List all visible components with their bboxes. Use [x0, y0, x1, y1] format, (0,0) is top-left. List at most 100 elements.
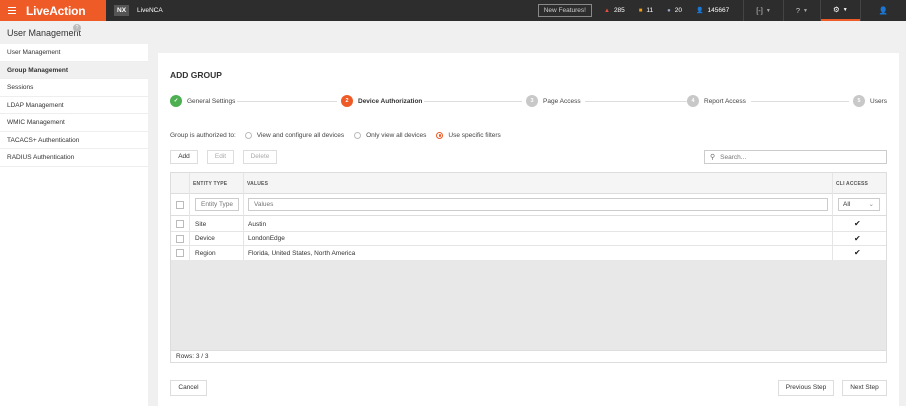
select-all-checkbox[interactable]	[176, 201, 184, 209]
settings-menu[interactable]: ⚙ ▼	[820, 0, 860, 21]
cli-access-filter[interactable]: All ⌄	[838, 198, 880, 211]
next-step-button[interactable]: Next Step	[842, 380, 887, 396]
edit-button[interactable]: Edit	[207, 150, 234, 164]
rows-count: Rows: 3 / 3	[171, 350, 886, 362]
chevron-down-icon: ▼	[803, 7, 808, 14]
step-page-access[interactable]: 3 Page Access	[526, 95, 581, 107]
delete-button[interactable]: Delete	[243, 150, 277, 164]
column-header-values[interactable]: VALUES	[247, 181, 268, 187]
authorization-options: Group is authorized to: View and configu…	[170, 132, 501, 139]
top-bar: LiveAction NX LiveNCA New Features! ▲ 28…	[0, 0, 906, 21]
sidebar-item-user-management[interactable]: User Management	[0, 44, 148, 62]
check-icon: ✔	[854, 233, 861, 243]
sidebar-item-wmic-management[interactable]: WMIC Management	[0, 114, 148, 132]
sidebar-item-group-management[interactable]: Group Management	[0, 61, 148, 79]
check-icon: ✔	[854, 219, 861, 228]
bracket-menu[interactable]: [-] ▼	[744, 6, 783, 15]
values-cell: Austin	[248, 220, 267, 228]
column-divider	[243, 173, 244, 260]
users-count[interactable]: 👤 145667	[696, 7, 729, 14]
option-specific-filters[interactable]: Use specific filters	[436, 132, 501, 139]
column-header-cli-access[interactable]: CLI ACCESS	[836, 181, 868, 187]
option-label: Use specific filters	[448, 132, 501, 139]
alerts-critical[interactable]: ▲ 285	[604, 7, 625, 14]
step-label: Users	[870, 97, 887, 105]
step-connector	[585, 101, 687, 102]
cancel-button[interactable]: Cancel	[170, 380, 207, 396]
help-icon[interactable]: ?	[73, 24, 81, 32]
sidebar-item-ldap-management[interactable]: LDAP Management	[0, 97, 148, 114]
square-alert-icon: ■	[638, 7, 643, 14]
sidebar: User Management Group Management Session…	[0, 44, 148, 406]
previous-step-button[interactable]: Previous Step	[778, 380, 834, 396]
values-cell: Florida, United States, North America	[248, 249, 356, 257]
new-features-button[interactable]: New Features!	[537, 4, 592, 17]
check-icon: ✓	[170, 95, 182, 107]
step-number: 5	[853, 95, 865, 107]
step-users[interactable]: 5 Users	[853, 95, 887, 107]
sidebar-item-radius-authentication[interactable]: RADIUS Authentication	[0, 149, 148, 167]
step-report-access[interactable]: 4 Report Access	[687, 95, 746, 107]
step-general-settings[interactable]: ✓ General Settings	[170, 95, 235, 107]
option-label: Only view all devices	[366, 132, 427, 139]
alerts-major-count: 11	[646, 7, 654, 14]
table-row[interactable]: Site Austin ✔	[171, 217, 886, 232]
step-number: 3	[526, 95, 538, 107]
values-filter[interactable]	[248, 198, 828, 211]
warning-triangle-icon: ▲	[603, 7, 610, 14]
radio-button[interactable]	[244, 132, 252, 139]
row-checkbox[interactable]	[176, 249, 184, 257]
step-connector	[237, 101, 337, 102]
search-box[interactable]: ⚲	[704, 150, 887, 164]
grid-empty-area	[171, 260, 886, 350]
step-connector	[751, 101, 849, 102]
alerts-major[interactable]: ■ 11	[639, 7, 653, 14]
grid-header: ENTITY TYPE VALUES CLI ACCESS	[171, 173, 886, 194]
chevron-down-icon: ⌄	[868, 201, 874, 208]
column-header-entity-type[interactable]: ENTITY TYPE	[193, 181, 227, 187]
bracket-icon: [-]	[756, 6, 763, 15]
alerts-info-count: 20	[674, 7, 683, 14]
alerts-critical-count: 285	[613, 7, 625, 14]
add-button[interactable]: Add	[170, 150, 198, 164]
chevron-down-icon: ▼	[842, 6, 848, 13]
radio-button-selected[interactable]	[436, 132, 444, 139]
chevron-down-icon: ▼	[765, 7, 771, 14]
user-menu[interactable]: 👤	[861, 6, 906, 15]
step-label: Device Authorization	[358, 97, 423, 105]
search-input[interactable]	[720, 153, 871, 161]
sidebar-item-sessions[interactable]: Sessions	[0, 79, 148, 97]
step-label: Report Access	[704, 97, 746, 105]
table-row[interactable]: Device LondonEdge ✔	[171, 231, 886, 246]
entity-type-cell: Site	[195, 220, 207, 228]
radio-button[interactable]	[354, 132, 362, 139]
step-number: 2	[341, 95, 353, 107]
step-connector	[424, 101, 522, 102]
cli-access-filter-value: All	[843, 201, 851, 208]
option-view-configure-all[interactable]: View and configure all devices	[244, 132, 344, 139]
question-icon: ?	[795, 6, 801, 15]
user-group-icon: 👤	[696, 8, 704, 14]
help-menu[interactable]: ? ▼	[784, 6, 820, 15]
entity-type-cell: Region	[195, 249, 216, 257]
sidebar-item-tacacs-authentication[interactable]: TACACS+ Authentication	[0, 132, 148, 149]
column-divider	[189, 173, 190, 260]
row-checkbox[interactable]	[176, 220, 184, 228]
entity-type-cell: Device	[195, 235, 215, 242]
search-icon: ⚲	[710, 154, 716, 161]
brand-logo[interactable]: LiveAction	[26, 4, 86, 18]
row-checkbox[interactable]	[176, 234, 184, 243]
app-name[interactable]: LiveNCA	[137, 7, 163, 14]
users-count-value: 145667	[707, 7, 730, 14]
table-row[interactable]: Region Florida, United States, North Ame…	[171, 246, 886, 261]
entity-type-filter[interactable]	[195, 198, 239, 211]
step-number: 4	[687, 95, 699, 107]
option-view-all[interactable]: Only view all devices	[354, 132, 426, 139]
panel-title: ADD GROUP	[170, 70, 222, 80]
authorization-label: Group is authorized to:	[170, 132, 236, 139]
filters-grid: ENTITY TYPE VALUES CLI ACCESS All ⌄ Site…	[170, 172, 887, 363]
alerts-info[interactable]: ● 20	[667, 7, 682, 14]
hamburger-menu-icon[interactable]	[8, 7, 16, 14]
step-label: General Settings	[187, 97, 236, 105]
step-device-authorization[interactable]: 2 Device Authorization	[341, 95, 422, 107]
